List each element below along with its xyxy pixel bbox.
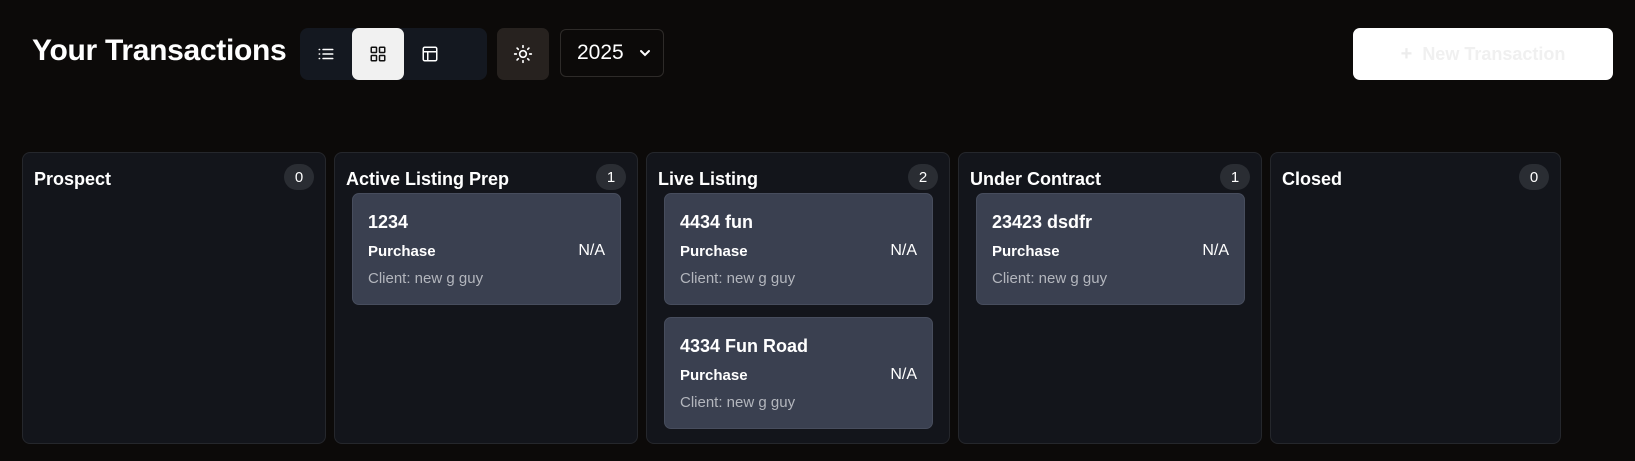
card-type: Purchase <box>680 367 748 384</box>
card-amount: N/A <box>1202 242 1229 259</box>
card-type: Purchase <box>368 243 436 260</box>
year-value: 2025 <box>577 41 624 64</box>
chevron-down-icon <box>640 50 650 57</box>
column-title: Active Listing Prep <box>346 169 510 189</box>
theme-toggle-button[interactable] <box>497 28 549 80</box>
year-select[interactable]: 2025 <box>560 29 664 77</box>
column-under-contract: Under Contract 1 23423 dsdfr Purchase N/… <box>958 152 1262 444</box>
new-transaction-button[interactable]: + New Transaction <box>1353 28 1613 80</box>
list-view-button[interactable] <box>300 28 352 80</box>
list-icon <box>318 48 334 60</box>
card-type: Purchase <box>992 243 1060 260</box>
card-title: 23423 dsdfr <box>992 212 1093 232</box>
card-client: Client: new g guy <box>992 270 1108 287</box>
card-amount: N/A <box>578 242 605 259</box>
column-title: Under Contract <box>970 169 1102 189</box>
column-closed: Closed 0 <box>1270 152 1561 444</box>
column-count-badge: 0 <box>284 164 314 190</box>
column-title: Live Listing <box>658 169 759 189</box>
sun-icon <box>513 44 533 64</box>
new-transaction-label: New Transaction <box>1422 43 1566 64</box>
column-active-listing-prep: Active Listing Prep 1 1234 Purchase N/A … <box>334 152 638 444</box>
card-amount: N/A <box>890 366 917 383</box>
transaction-card[interactable]: 4334 Fun Road Purchase N/A Client: new g… <box>664 317 933 429</box>
column-count-badge: 2 <box>908 164 938 190</box>
transaction-card[interactable]: 4434 fun Purchase N/A Client: new g guy <box>664 193 933 305</box>
column-title: Prospect <box>34 169 112 189</box>
board-view-button[interactable] <box>352 28 404 80</box>
view-toggle-group <box>300 28 487 80</box>
column-count-badge: 1 <box>1220 164 1250 190</box>
transaction-card[interactable]: 1234 Purchase N/A Client: new g guy <box>352 193 621 305</box>
card-amount: N/A <box>890 242 917 259</box>
kanban-board: Prospect 0 Active Listing Prep 1 1234 Pu… <box>22 152 1627 444</box>
grid-icon <box>370 46 386 62</box>
card-title: 4434 fun <box>680 212 754 232</box>
column-title: Closed <box>1282 169 1343 189</box>
transaction-card[interactable]: 23423 dsdfr Purchase N/A Client: new g g… <box>976 193 1245 305</box>
page-title: Your Transactions <box>32 34 287 67</box>
table-icon <box>422 46 438 62</box>
page-header: Your Transactions 2025 + New Transaction <box>0 0 1635 110</box>
card-client: Client: new g guy <box>368 270 484 287</box>
column-prospect: Prospect 0 <box>22 152 326 444</box>
card-client: Client: new g guy <box>680 270 796 287</box>
plus-icon: + <box>1400 42 1413 65</box>
card-client: Client: new g guy <box>680 394 796 411</box>
column-count-badge: 0 <box>1519 164 1549 190</box>
card-title: 4334 Fun Road <box>680 336 809 356</box>
table-view-button[interactable] <box>404 28 456 80</box>
column-live-listing: Live Listing 2 4434 fun Purchase N/A Cli… <box>646 152 950 444</box>
card-type: Purchase <box>680 243 748 260</box>
card-title: 1234 <box>368 212 409 232</box>
column-count-badge: 1 <box>596 164 626 190</box>
